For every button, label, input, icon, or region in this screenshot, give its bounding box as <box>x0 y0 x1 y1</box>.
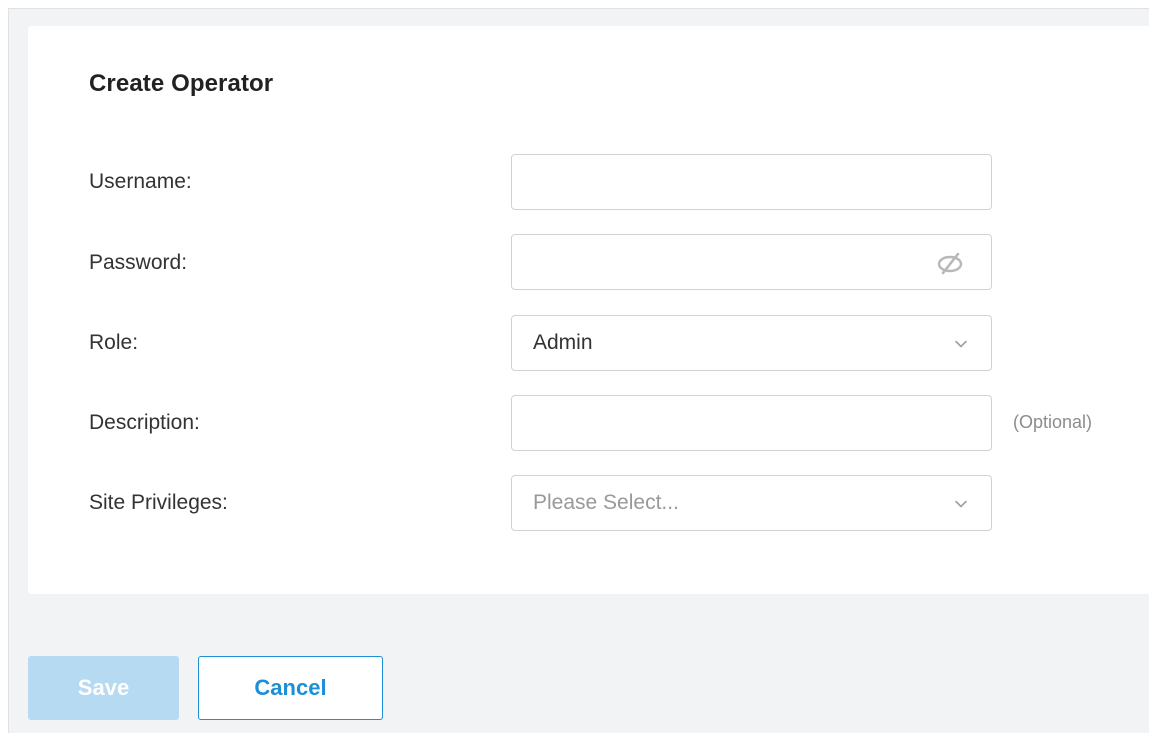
password-field-box <box>511 234 992 290</box>
password-label: Password: <box>89 251 188 274</box>
site-privileges-label: Site Privileges: <box>89 491 228 514</box>
eye-slash-icon[interactable] <box>937 250 963 276</box>
chevron-down-icon <box>955 340 967 348</box>
role-label: Role: <box>89 331 139 354</box>
form-title: Create Operator <box>89 70 274 97</box>
save-button[interactable]: Save <box>28 656 179 720</box>
chevron-down-icon <box>955 500 967 508</box>
site-privileges-select[interactable]: Please Select... <box>511 475 992 531</box>
description-field-box <box>511 395 992 451</box>
description-label: Description: <box>89 411 200 434</box>
username-field-box <box>511 154 992 210</box>
role-selected-value: Admin <box>533 331 593 354</box>
password-input[interactable] <box>512 235 991 289</box>
role-select[interactable]: Admin <box>511 315 992 371</box>
description-input[interactable] <box>512 396 991 450</box>
username-input[interactable] <box>512 155 991 209</box>
cancel-button[interactable]: Cancel <box>198 656 383 720</box>
site-privileges-placeholder: Please Select... <box>533 491 679 514</box>
username-label: Username: <box>89 170 192 193</box>
description-optional-note: (Optional) <box>1013 412 1093 432</box>
